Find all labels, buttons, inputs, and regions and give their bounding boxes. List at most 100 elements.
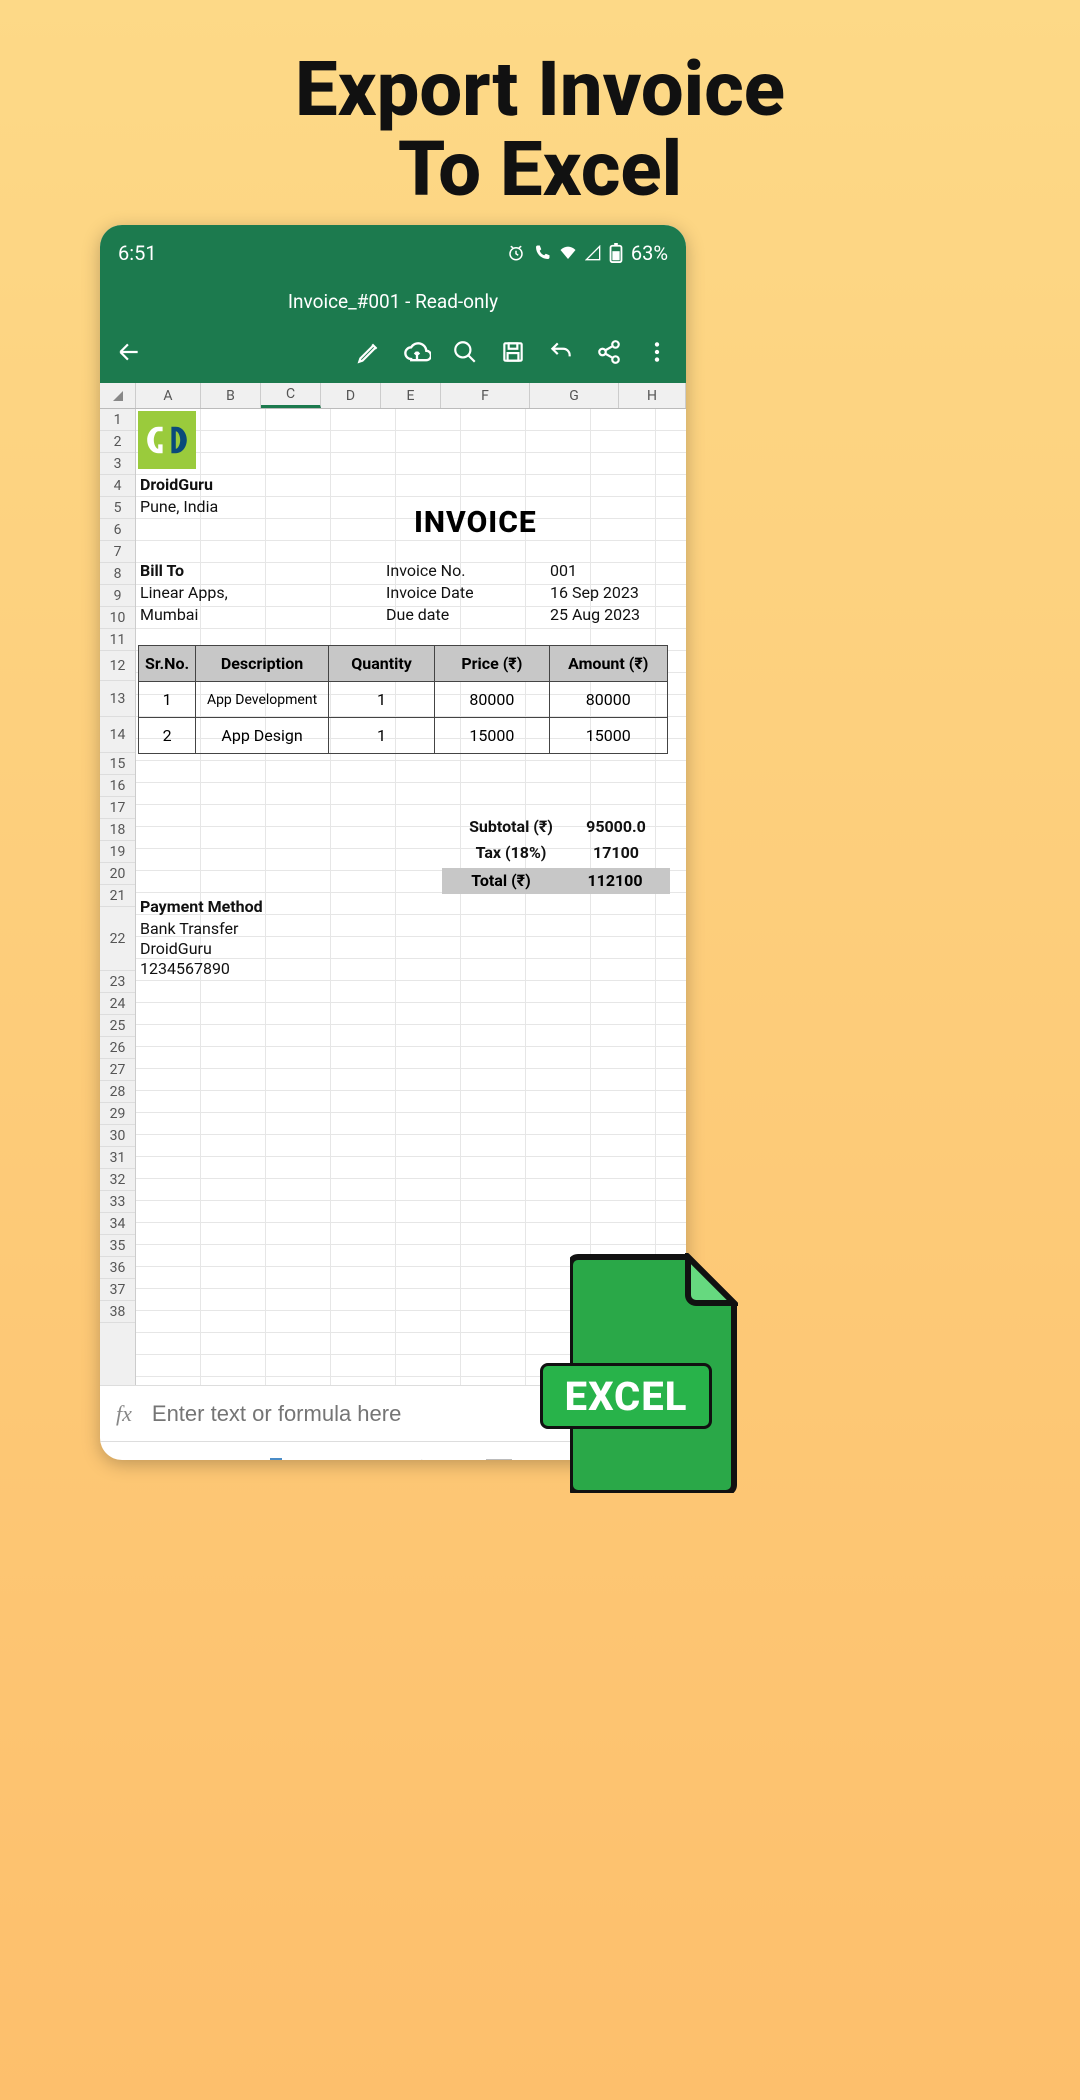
row-20[interactable]: 20 — [100, 863, 135, 885]
save-icon[interactable] — [498, 337, 528, 367]
row-30[interactable]: 30 — [100, 1125, 135, 1147]
row-13[interactable]: 13 — [100, 681, 135, 717]
row-29[interactable]: 29 — [100, 1103, 135, 1125]
total-row: Total (₹) 112100 — [442, 868, 670, 894]
signal-icon — [585, 245, 601, 261]
col-C[interactable]: C — [261, 383, 321, 408]
cell-invdate-label: Invoice Date — [386, 583, 474, 602]
table-header-row: Sr.No. Description Quantity Price (₹) Am… — [139, 646, 668, 682]
undo-icon[interactable] — [546, 337, 576, 367]
reading-view-icon[interactable] — [194, 1455, 228, 1461]
cell-billto-name: Linear Apps, — [140, 583, 228, 602]
row-18[interactable]: 18 — [100, 819, 135, 841]
row-36[interactable]: 36 — [100, 1257, 135, 1279]
row-7[interactable]: 7 — [100, 541, 135, 563]
table-icon[interactable] — [482, 1455, 516, 1461]
th-sr: Sr.No. — [139, 646, 196, 682]
row-2[interactable]: 2 — [100, 431, 135, 453]
col-E[interactable]: E — [381, 383, 441, 408]
col-A[interactable]: A — [136, 383, 201, 408]
row-32[interactable]: 32 — [100, 1169, 135, 1191]
row-35[interactable]: 35 — [100, 1235, 135, 1257]
column-headers[interactable]: A B C D E F G H — [100, 383, 686, 409]
col-F[interactable]: F — [441, 383, 530, 408]
row-4[interactable]: 4 — [100, 475, 135, 497]
table-row: 1 App Development 1 80000 80000 — [139, 682, 668, 718]
cell-company-loc: Pune, India — [140, 497, 218, 516]
battery-icon — [609, 243, 623, 263]
row-33[interactable]: 33 — [100, 1191, 135, 1213]
row-38[interactable]: 38 — [100, 1301, 135, 1323]
cell-invoice-heading: INVOICE — [414, 505, 537, 540]
row-1[interactable]: 1 — [100, 409, 135, 431]
select-all-corner[interactable] — [100, 383, 136, 408]
th-amt: Amount (₹) — [549, 646, 667, 682]
row-headers[interactable]: 1234567891011121314151617181920212223242… — [100, 409, 136, 1385]
cell-tax: 17100 — [566, 843, 666, 862]
row-16[interactable]: 16 — [100, 775, 135, 797]
row-5[interactable]: 5 — [100, 497, 135, 519]
row-27[interactable]: 27 — [100, 1059, 135, 1081]
row-28[interactable]: 28 — [100, 1081, 135, 1103]
share-icon[interactable] — [594, 337, 624, 367]
row-3[interactable]: 3 — [100, 453, 135, 475]
cell-payment-payee: DroidGuru — [140, 939, 212, 958]
cell-tax-label: Tax (18%) — [456, 843, 566, 862]
cell-payment-account: 1234567890 — [140, 959, 230, 978]
cell-billto-label: Bill To — [140, 561, 184, 580]
spreadsheet[interactable]: A B C D E F G H 123456789101112131415161… — [100, 383, 686, 1385]
cell-payment-label: Payment Method — [140, 897, 263, 916]
col-G[interactable]: G — [530, 383, 619, 408]
col-H[interactable]: H — [619, 383, 686, 408]
top-toolbar — [100, 321, 686, 383]
filter-icon[interactable] — [338, 1455, 372, 1461]
more-icon[interactable] — [642, 337, 672, 367]
cell-company-name: DroidGuru — [140, 475, 213, 494]
line-items-table: Sr.No. Description Quantity Price (₹) Am… — [138, 645, 668, 754]
cell-subtotal: 95000.0 — [566, 817, 666, 836]
row-37[interactable]: 37 — [100, 1279, 135, 1301]
row-25[interactable]: 25 — [100, 1015, 135, 1037]
search-icon[interactable] — [450, 337, 480, 367]
fx-icon: fx — [116, 1401, 132, 1427]
company-logo — [138, 411, 196, 469]
fill-color-icon[interactable] — [410, 1455, 444, 1461]
sheet-view-icon[interactable] — [122, 1455, 156, 1461]
row-8[interactable]: 8 — [100, 563, 135, 585]
row-22[interactable]: 22 — [100, 907, 135, 971]
col-B[interactable]: B — [201, 383, 261, 408]
cloud-upload-icon[interactable] — [402, 337, 432, 367]
edit-icon[interactable] — [354, 337, 384, 367]
row-24[interactable]: 24 — [100, 993, 135, 1015]
cell-invdate: 16 Sep 2023 — [550, 583, 639, 602]
cell-due: 25 Aug 2023 — [550, 605, 640, 624]
row-31[interactable]: 31 — [100, 1147, 135, 1169]
row-23[interactable]: 23 — [100, 971, 135, 993]
wifi-icon — [559, 244, 577, 262]
cell-grid[interactable]: DroidGuru Pune, India INVOICE Bill To Li… — [136, 409, 686, 1385]
row-17[interactable]: 17 — [100, 797, 135, 819]
cell-subtotal-label: Subtotal (₹) — [456, 817, 566, 836]
row-9[interactable]: 9 — [100, 585, 135, 607]
status-bar: 6:51 63% — [100, 225, 686, 281]
status-icons: 63% — [507, 241, 668, 265]
row-10[interactable]: 10 — [100, 607, 135, 629]
row-15[interactable]: 15 — [100, 753, 135, 775]
th-price: Price (₹) — [435, 646, 549, 682]
table-row: 2 App Design 1 15000 15000 — [139, 718, 668, 754]
row-12[interactable]: 12 — [100, 651, 135, 681]
th-qty: Quantity — [328, 646, 434, 682]
row-11[interactable]: 11 — [100, 629, 135, 651]
row-26[interactable]: 26 — [100, 1037, 135, 1059]
row-19[interactable]: 19 — [100, 841, 135, 863]
sort-icon[interactable] — [266, 1455, 300, 1461]
col-D[interactable]: D — [321, 383, 381, 408]
row-34[interactable]: 34 — [100, 1213, 135, 1235]
clock-text: 6:51 — [118, 241, 157, 265]
back-icon[interactable] — [114, 337, 144, 367]
row-21[interactable]: 21 — [100, 885, 135, 907]
row-6[interactable]: 6 — [100, 519, 135, 541]
doc-title: Invoice_#001 - Read-only — [100, 281, 686, 321]
cell-invno-label: Invoice No. — [386, 561, 465, 580]
row-14[interactable]: 14 — [100, 717, 135, 753]
